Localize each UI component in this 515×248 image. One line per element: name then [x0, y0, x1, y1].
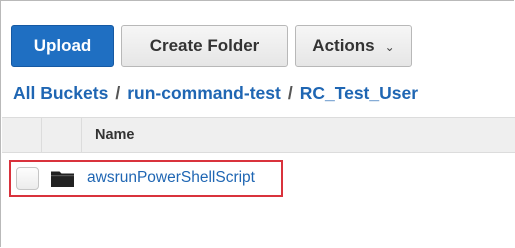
actions-dropdown-button[interactable]: Actions ⌄: [295, 25, 412, 67]
chevron-down-icon: ⌄: [384, 39, 395, 54]
create-folder-button[interactable]: Create Folder: [121, 25, 288, 67]
table-header: Name: [2, 117, 515, 153]
file-browser-panel: Upload Create Folder Actions ⌄ All Bucke…: [0, 0, 515, 247]
column-header-name[interactable]: Name: [95, 127, 135, 143]
table-row[interactable]: awsrunPowerShellScript: [9, 160, 283, 197]
row-checkbox[interactable]: [16, 167, 39, 190]
toolbar: Upload Create Folder Actions ⌄: [11, 25, 412, 67]
breadcrumb-separator: /: [115, 83, 121, 103]
breadcrumb-item-bucket[interactable]: run-command-test: [127, 83, 281, 103]
column-header-select: [2, 118, 42, 152]
breadcrumb-item-current-folder[interactable]: RC_Test_User: [300, 83, 418, 103]
breadcrumb-separator: /: [287, 83, 293, 103]
folder-name-link[interactable]: awsrunPowerShellScript: [87, 169, 255, 187]
column-header-icon: [42, 118, 82, 152]
upload-button[interactable]: Upload: [11, 25, 114, 67]
breadcrumb: All Buckets / run-command-test / RC_Test_Use…: [13, 83, 418, 104]
breadcrumb-item-all-buckets[interactable]: All Buckets: [13, 83, 108, 103]
folder-icon: [51, 171, 74, 187]
actions-label: Actions: [312, 36, 375, 55]
